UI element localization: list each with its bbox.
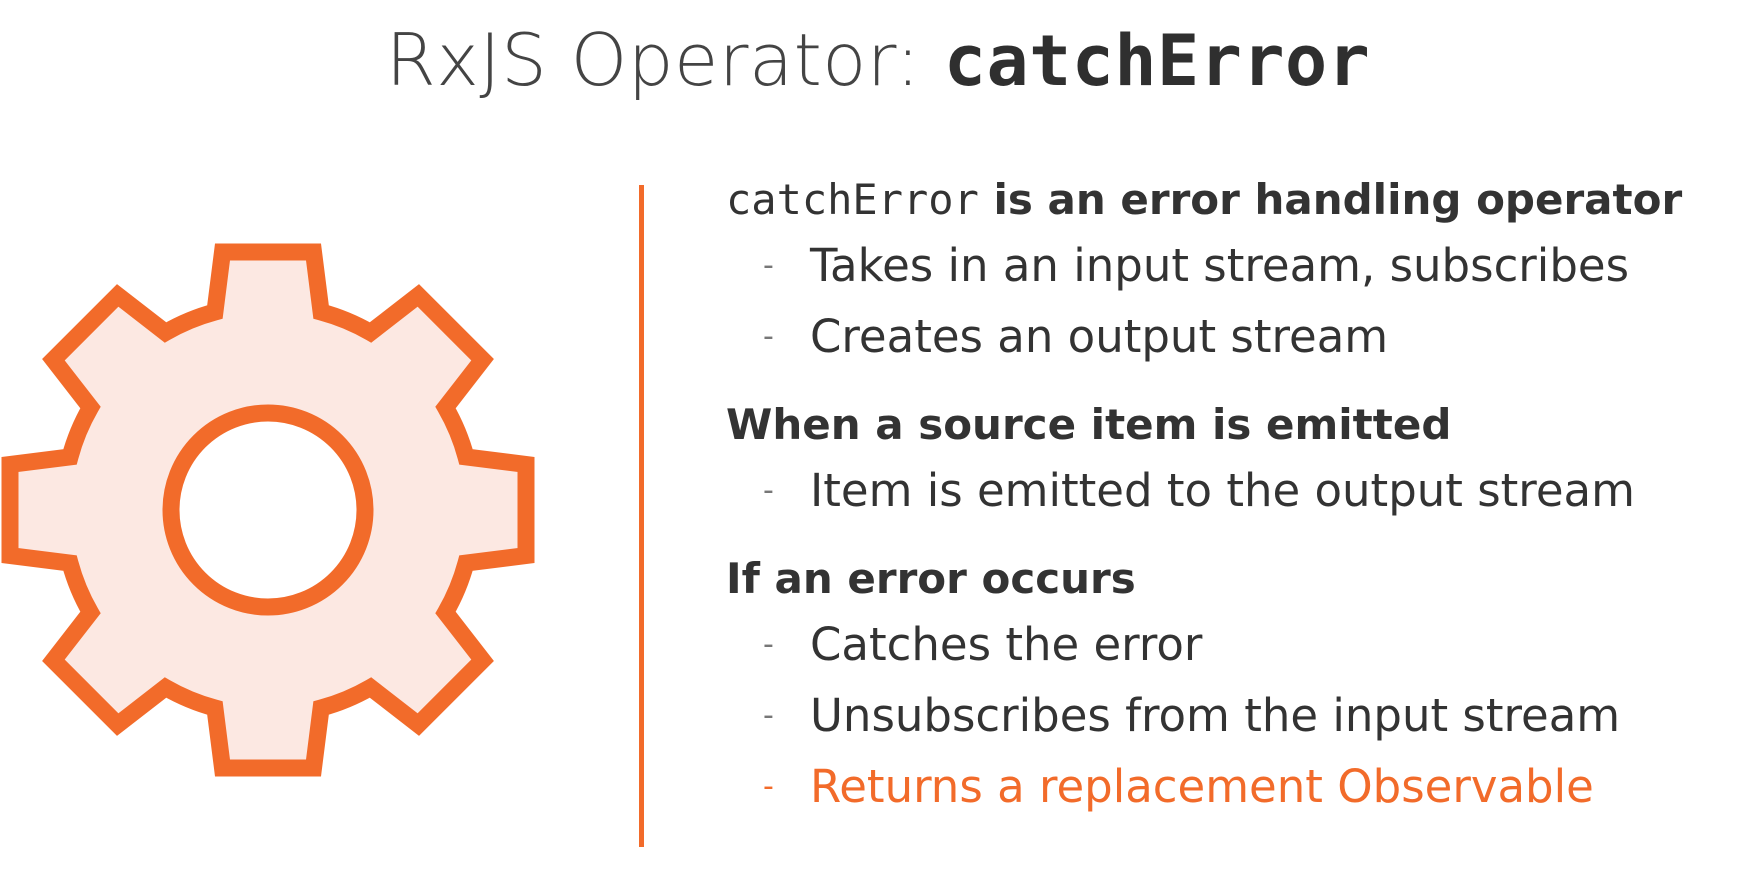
- title-code: catchError: [943, 20, 1371, 102]
- bullet-item: - Item is emitted to the output stream: [726, 455, 1751, 526]
- section-heading-error-occurs: If an error occurs: [726, 554, 1136, 603]
- gear-icon: [1, 243, 535, 777]
- dash-marker: -: [763, 319, 774, 354]
- heading-text: is an error handling operator: [978, 175, 1683, 224]
- vertical-divider: [639, 185, 644, 847]
- bullet-item: - Catches the error: [726, 609, 1751, 680]
- bullet-item: - Unsubscribes from the input stream: [726, 680, 1751, 751]
- dash-marker: -: [763, 627, 774, 662]
- heading-code: catchError: [726, 175, 979, 224]
- bullet-text: Takes in an input stream, subscribes: [810, 239, 1630, 292]
- bullet-text: Catches the error: [810, 618, 1203, 671]
- dash-marker: -: [763, 473, 774, 508]
- bullet-text: Creates an output stream: [810, 310, 1389, 363]
- bullet-text: Item is emitted to the output stream: [810, 464, 1635, 517]
- bullet-item: - Creates an output stream: [726, 301, 1751, 372]
- bullet-text: Returns a replacement Observable: [810, 760, 1594, 813]
- bullet-item: - Takes in an input stream, subscribes: [726, 230, 1751, 301]
- slide-content: catchError is an error handling operator…: [726, 170, 1751, 822]
- section-heading-source-item: When a source item is emitted: [726, 400, 1452, 449]
- bullet-text: Unsubscribes from the input stream: [810, 689, 1621, 742]
- dash-marker: -: [763, 248, 774, 283]
- dash-marker: -: [763, 698, 774, 733]
- dash-marker: -: [763, 769, 774, 804]
- title-prefix: RxJS Operator:: [385, 18, 944, 102]
- slide-title: RxJS Operator: catchError: [0, 18, 1756, 102]
- section-heading-operator: catchError is an error handling operator: [726, 170, 1751, 230]
- bullet-item-highlighted: - Returns a replacement Observable: [726, 751, 1751, 822]
